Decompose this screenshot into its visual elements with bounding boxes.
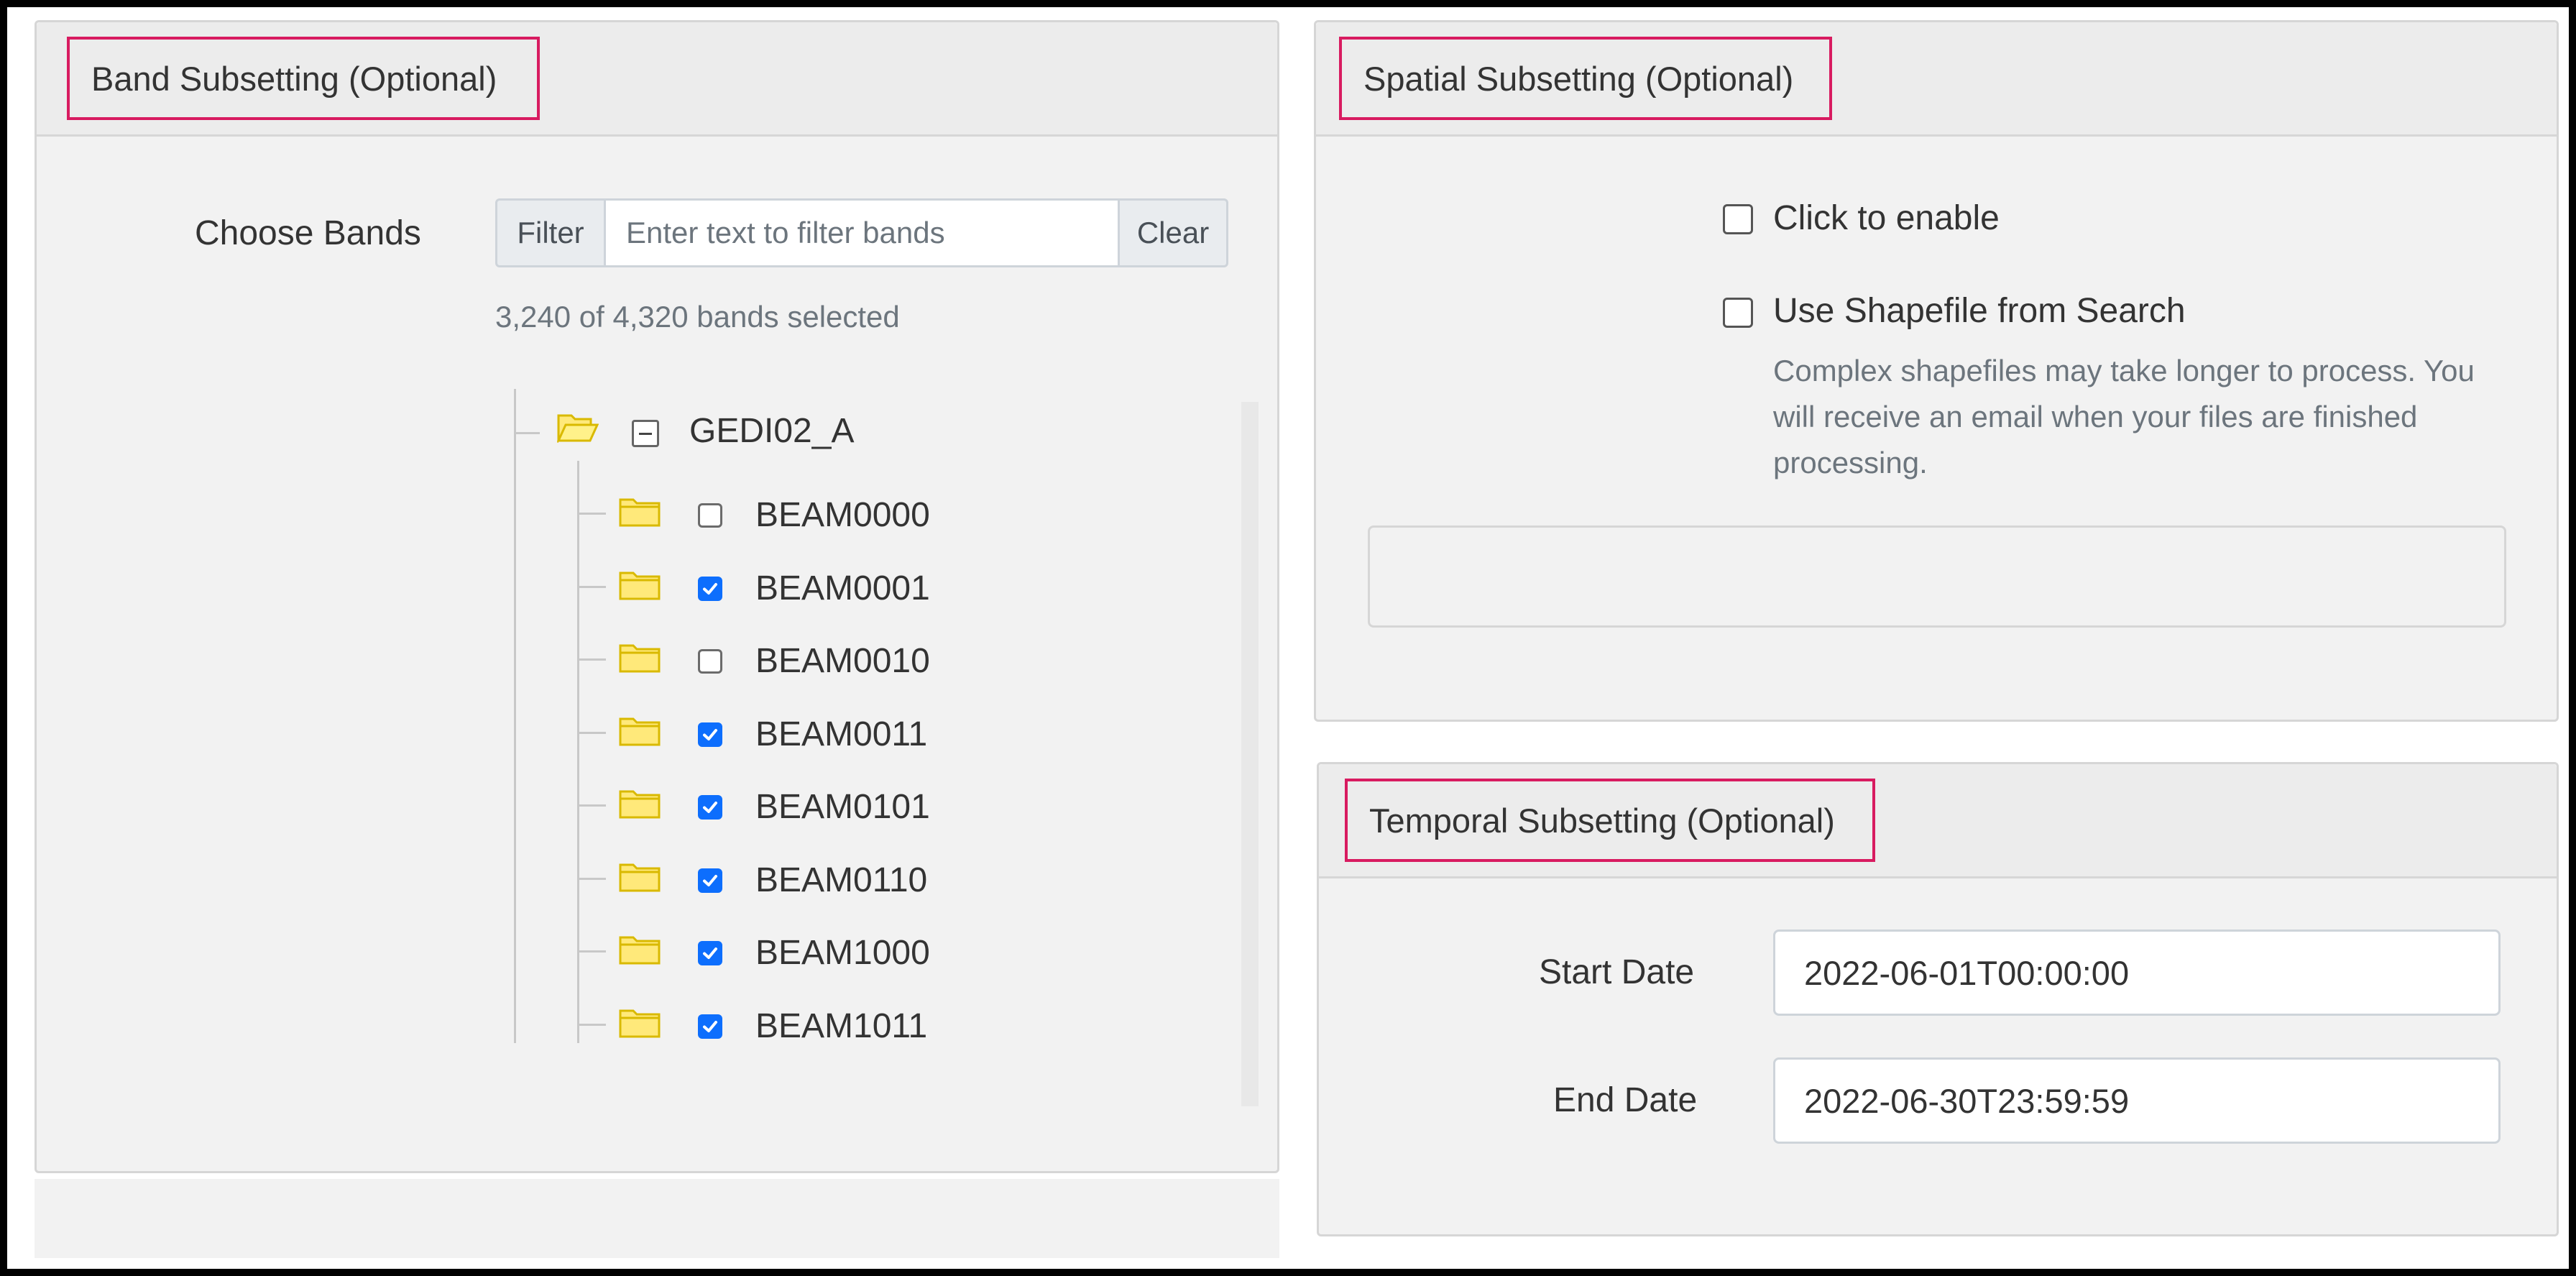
temporal-subsetting-title[interactable]: Temporal Subsetting (Optional): [1345, 779, 1875, 862]
tree-connector: [577, 731, 606, 734]
shapefile-checkbox[interactable]: [1723, 298, 1753, 328]
clear-filter-button[interactable]: Clear: [1118, 198, 1228, 267]
tree-node-label[interactable]: BEAM1000: [755, 933, 930, 973]
end-date-label: End Date: [1553, 1081, 1698, 1119]
tree-connector: [514, 389, 516, 1043]
band-subsetting-header: Band Subsetting (Optional): [37, 22, 1277, 137]
tree-scrollbar[interactable]: [1241, 402, 1259, 1106]
band-checkbox[interactable]: [698, 1014, 722, 1039]
band-checkbox[interactable]: [698, 941, 722, 965]
shapefile-help-text: Complex shapefiles may take longer to pr…: [1773, 354, 2475, 479]
spatial-subsetting-title[interactable]: Spatial Subsetting (Optional): [1339, 37, 1832, 120]
temporal-subsetting-header: Temporal Subsetting (Optional): [1319, 764, 2557, 878]
tree-connector: [577, 950, 606, 953]
start-date-input[interactable]: [1773, 930, 2501, 1016]
enable-spatial-label[interactable]: Click to enable: [1773, 198, 2000, 238]
folder-icon: [619, 863, 661, 891]
enable-spatial-checkbox[interactable]: [1723, 204, 1753, 234]
bands-selected-count: 3,240 of 4,320 bands selected: [495, 300, 900, 334]
band-checkbox[interactable]: [698, 868, 722, 893]
tree-node-label[interactable]: BEAM0001: [755, 569, 930, 608]
tree-node-label[interactable]: BEAM1011: [755, 1006, 927, 1046]
tree-connector: [577, 877, 606, 880]
end-date-input[interactable]: [1773, 1057, 2501, 1144]
folder-open-icon: [557, 414, 599, 443]
tree-root-label[interactable]: GEDI02_A: [689, 411, 854, 451]
spatial-subsetting-header: Spatial Subsetting (Optional): [1316, 22, 2557, 137]
tree-node-label[interactable]: BEAM0011: [755, 715, 927, 754]
tree-node-label[interactable]: BEAM0010: [755, 641, 930, 681]
tree-connector: [577, 804, 606, 807]
folder-icon: [619, 1009, 661, 1037]
folder-icon: [619, 717, 661, 745]
tree-node-label[interactable]: BEAM0000: [755, 495, 930, 535]
tree-connector: [577, 1023, 606, 1026]
folder-icon: [619, 644, 661, 673]
collapse-toggle-button[interactable]: [632, 420, 659, 447]
tree-connector: [514, 432, 540, 434]
band-checkbox[interactable]: [698, 576, 722, 601]
band-checkbox[interactable]: [698, 503, 722, 528]
choose-bands-label: Choose Bands: [195, 214, 421, 252]
band-checkbox[interactable]: [698, 795, 722, 820]
spatial-subsetting-panel: Spatial Subsetting (Optional) Click to e…: [1314, 20, 2559, 722]
filter-addon-label: Filter: [495, 198, 606, 267]
folder-icon: [619, 572, 661, 600]
shapefile-label[interactable]: Use Shapefile from Search: [1773, 291, 2186, 331]
band-filter-input[interactable]: [606, 198, 1118, 267]
band-filter-group: Filter Clear: [495, 198, 1228, 267]
tree-node-label[interactable]: BEAM0110: [755, 860, 927, 900]
tree-connector: [577, 658, 606, 661]
tree-connector: [577, 513, 606, 515]
tree-connector: [577, 585, 606, 588]
folder-icon: [619, 936, 661, 965]
band-checkbox[interactable]: [698, 649, 722, 674]
folder-icon: [619, 790, 661, 819]
folder-icon: [619, 498, 661, 527]
band-subsetting-title[interactable]: Band Subsetting (Optional): [67, 37, 540, 120]
band-panel-bottom-strip: [34, 1179, 1279, 1258]
shapefile-display-box: [1368, 525, 2506, 628]
tree-node-label[interactable]: BEAM0101: [755, 787, 930, 827]
start-date-label: Start Date: [1539, 953, 1695, 991]
tree-connector: [577, 461, 579, 1043]
band-subsetting-panel: Band Subsetting (Optional) Choose Bands …: [34, 20, 1279, 1173]
band-checkbox[interactable]: [698, 722, 722, 747]
temporal-subsetting-panel: Temporal Subsetting (Optional) Start Dat…: [1317, 762, 2559, 1236]
